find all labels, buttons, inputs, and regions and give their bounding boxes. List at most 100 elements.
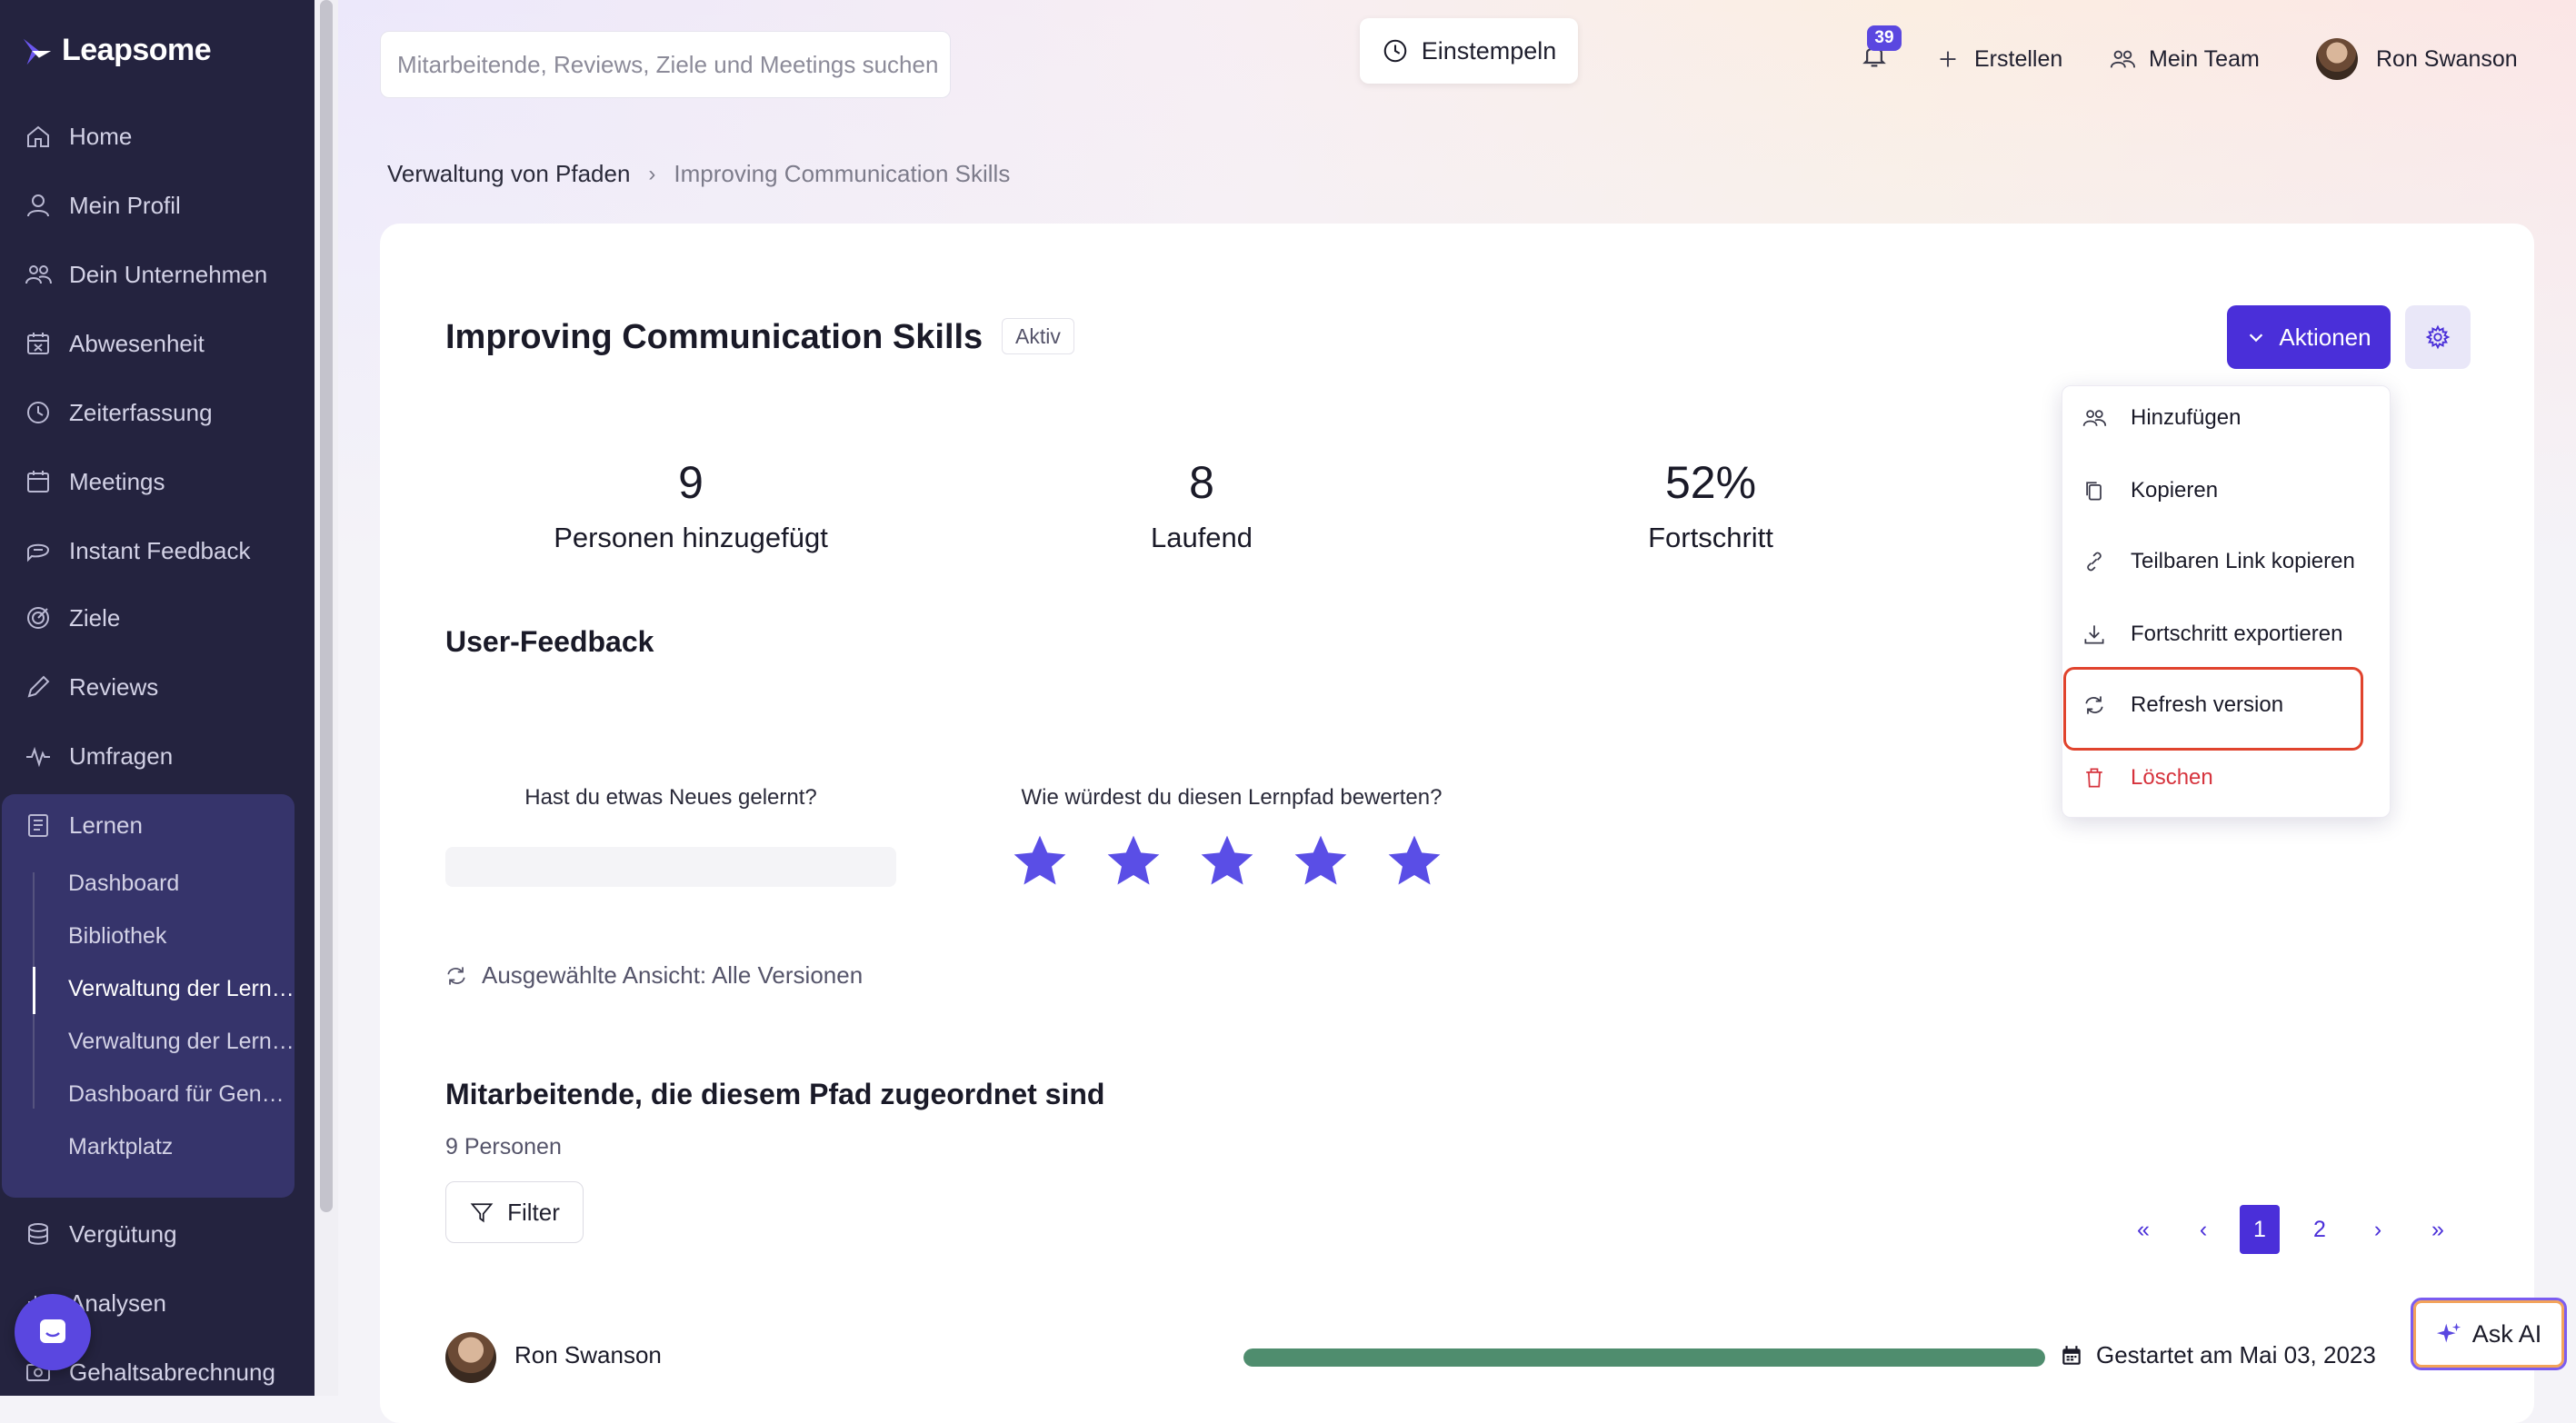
- employee-name[interactable]: Ron Swanson: [514, 1341, 662, 1369]
- sidebar-subitem-dashboard[interactable]: Dashboard: [68, 871, 295, 897]
- sidebar-item-label: Dein Unternehmen: [69, 260, 268, 288]
- employees-heading: Mitarbeitende, die diesem Pfad zugeordne…: [445, 1078, 1105, 1110]
- support-chat-button[interactable]: [15, 1294, 91, 1370]
- ask-ai-button[interactable]: Ask AI: [2411, 1298, 2567, 1370]
- sidebar-subitem-verwaltung-lernpfade[interactable]: Verwaltung der Lernpfade: [68, 976, 295, 1002]
- menu-item-link-kopieren[interactable]: Teilbaren Link kopieren: [2082, 549, 2355, 574]
- sidebar-item-verguetung[interactable]: Vergütung: [24, 1219, 177, 1249]
- sidebar-subitem-verwaltung-lerninhalte[interactable]: Verwaltung der Lerninhalte: [68, 1029, 295, 1055]
- sidebar-subitem-marktplatz[interactable]: Marktplatz: [68, 1134, 295, 1160]
- page-title: Improving Communication Skills: [445, 318, 983, 356]
- sidebar-item-label: Reviews: [69, 672, 159, 701]
- employee-progress-bar: [1243, 1348, 2045, 1367]
- version-selector[interactable]: Ausgewählte Ansicht: Alle Versionen: [444, 961, 863, 990]
- my-team-button[interactable]: Mein Team: [2109, 36, 2260, 82]
- actions-dropdown-menu: [2062, 385, 2391, 818]
- sidebar: Leapsome Home Mein Profil Dein Unternehm…: [0, 0, 315, 1396]
- sidebar-item-profil[interactable]: Mein Profil: [24, 191, 181, 220]
- sidebar-item-lernen[interactable]: Lernen: [24, 811, 143, 840]
- calendar-icon: [2062, 1345, 2081, 1365]
- sidebar-item-abwesenheit[interactable]: Abwesenheit: [24, 329, 205, 358]
- create-label: Erstellen: [1974, 45, 2063, 72]
- sidebar-item-label: Lernen: [69, 811, 143, 839]
- stat-label: Laufend: [1150, 522, 1253, 553]
- pager-last[interactable]: »: [2418, 1205, 2458, 1254]
- stat-label: Fortschritt: [1648, 522, 1773, 553]
- menu-item-loeschen[interactable]: Löschen: [2082, 765, 2213, 791]
- stat-value: 8: [1189, 457, 1214, 508]
- user-icon: [27, 194, 49, 217]
- pager-page-1[interactable]: 1: [2240, 1205, 2280, 1254]
- pager-page-2[interactable]: 2: [2300, 1205, 2340, 1254]
- sidebar-item-home[interactable]: Home: [24, 122, 132, 151]
- sidebar-scrollbar-thumb[interactable]: [320, 0, 333, 1212]
- sidebar-item-label: Meetings: [69, 467, 165, 495]
- sparkle-icon: [2436, 1322, 2461, 1343]
- menu-item-label: Löschen: [2131, 765, 2213, 790]
- clock-icon: [27, 402, 49, 423]
- star-icon: [1107, 835, 1160, 885]
- calendar-icon: [27, 471, 49, 493]
- sidebar-item-label: Gehaltsabrechnung: [69, 1358, 275, 1386]
- logo-text: Leapsome: [62, 33, 212, 67]
- menu-item-hinzufuegen[interactable]: Hinzufügen: [2082, 405, 2241, 431]
- sidebar-item-ziele[interactable]: Ziele: [24, 603, 120, 632]
- menu-item-label: Kopieren: [2131, 478, 2219, 503]
- sidebar-item-reviews[interactable]: Reviews: [24, 672, 158, 702]
- menu-item-label: Hinzufügen: [2131, 405, 2242, 430]
- clock-in-button[interactable]: Einstempeln: [1360, 18, 1578, 84]
- copy-icon: [2086, 482, 2102, 501]
- stat-value: 9: [678, 457, 704, 508]
- sidebar-item-label: Instant Feedback: [69, 536, 251, 564]
- pager-prev[interactable]: ‹: [2183, 1205, 2223, 1254]
- menu-item-kopieren[interactable]: Kopieren: [2082, 478, 2218, 503]
- sidebar-item-instant-feedback[interactable]: Instant Feedback: [24, 536, 250, 565]
- star-icon: [1013, 835, 1066, 885]
- download-icon: [2084, 625, 2104, 644]
- filter-label: Filter: [507, 1198, 560, 1226]
- refresh-icon: [447, 966, 465, 985]
- chat-icon: [27, 543, 50, 562]
- menu-item-label: Teilbaren Link kopieren: [2131, 549, 2355, 573]
- sidebar-subitem-dashboard-genehmigungen[interactable]: Dashboard für Genehmigungen: [68, 1081, 295, 1108]
- pager-first[interactable]: «: [2123, 1205, 2163, 1254]
- started-label: Gestartet am Mai 03, 2023: [2096, 1341, 2376, 1368]
- chevron-down-icon: [2250, 333, 2263, 343]
- sidebar-subitem-bibliothek[interactable]: Bibliothek: [68, 923, 295, 950]
- clock-in-label: Einstempeln: [1421, 36, 1557, 65]
- actions-label: Aktionen: [2279, 323, 2371, 351]
- sidebar-item-zeiterfassung[interactable]: Zeiterfassung: [24, 398, 213, 427]
- create-button[interactable]: Erstellen: [1934, 36, 2062, 82]
- breadcrumb-parent[interactable]: Verwaltung von Pfaden: [387, 160, 630, 188]
- star-icon: [1294, 835, 1347, 885]
- ask-ai-label: Ask AI: [2471, 1319, 2542, 1348]
- submenu-active-indicator: [33, 967, 35, 1014]
- chat-bubble-icon: [40, 1319, 65, 1343]
- settings-button[interactable]: [2405, 305, 2471, 369]
- home-icon: [27, 125, 49, 147]
- chevron-right-icon: ›: [648, 161, 656, 186]
- plus-icon: [1940, 51, 1956, 67]
- actions-button[interactable]: Aktionen: [2227, 305, 2391, 369]
- sidebar-item-label: Mein Profil: [69, 191, 181, 219]
- stat-value: 52%: [1664, 457, 1757, 508]
- employees-count: 9 Personen: [445, 1134, 562, 1159]
- menu-item-fortschritt-exportieren[interactable]: Fortschritt exportieren: [2082, 622, 2342, 647]
- leapsome-logo[interactable]: Leapsome: [20, 33, 212, 68]
- feedback-question-rating: Wie würdest du diesen Lernpfad bewerten?: [1021, 785, 1443, 810]
- search-input[interactable]: Mitarbeitende, Reviews, Ziele und Meetin…: [380, 31, 951, 98]
- star-icon: [1201, 835, 1253, 885]
- link-icon: [2087, 552, 2102, 572]
- sidebar-item-unternehmen[interactable]: Dein Unternehmen: [24, 260, 267, 289]
- sidebar-item-label: Umfragen: [69, 741, 174, 770]
- target-icon: [27, 607, 49, 629]
- calendar-x-icon: [27, 333, 49, 354]
- sidebar-item-umfragen[interactable]: Umfragen: [24, 741, 173, 771]
- user-menu[interactable]: Ron Swanson: [2316, 36, 2518, 82]
- user-avatar: [2316, 38, 2358, 80]
- filter-button[interactable]: Filter: [445, 1181, 584, 1243]
- pulse-icon: [26, 746, 50, 768]
- sidebar-item-meetings[interactable]: Meetings: [24, 467, 165, 496]
- pager-next[interactable]: ›: [2358, 1205, 2398, 1254]
- my-team-label: Mein Team: [2149, 45, 2260, 72]
